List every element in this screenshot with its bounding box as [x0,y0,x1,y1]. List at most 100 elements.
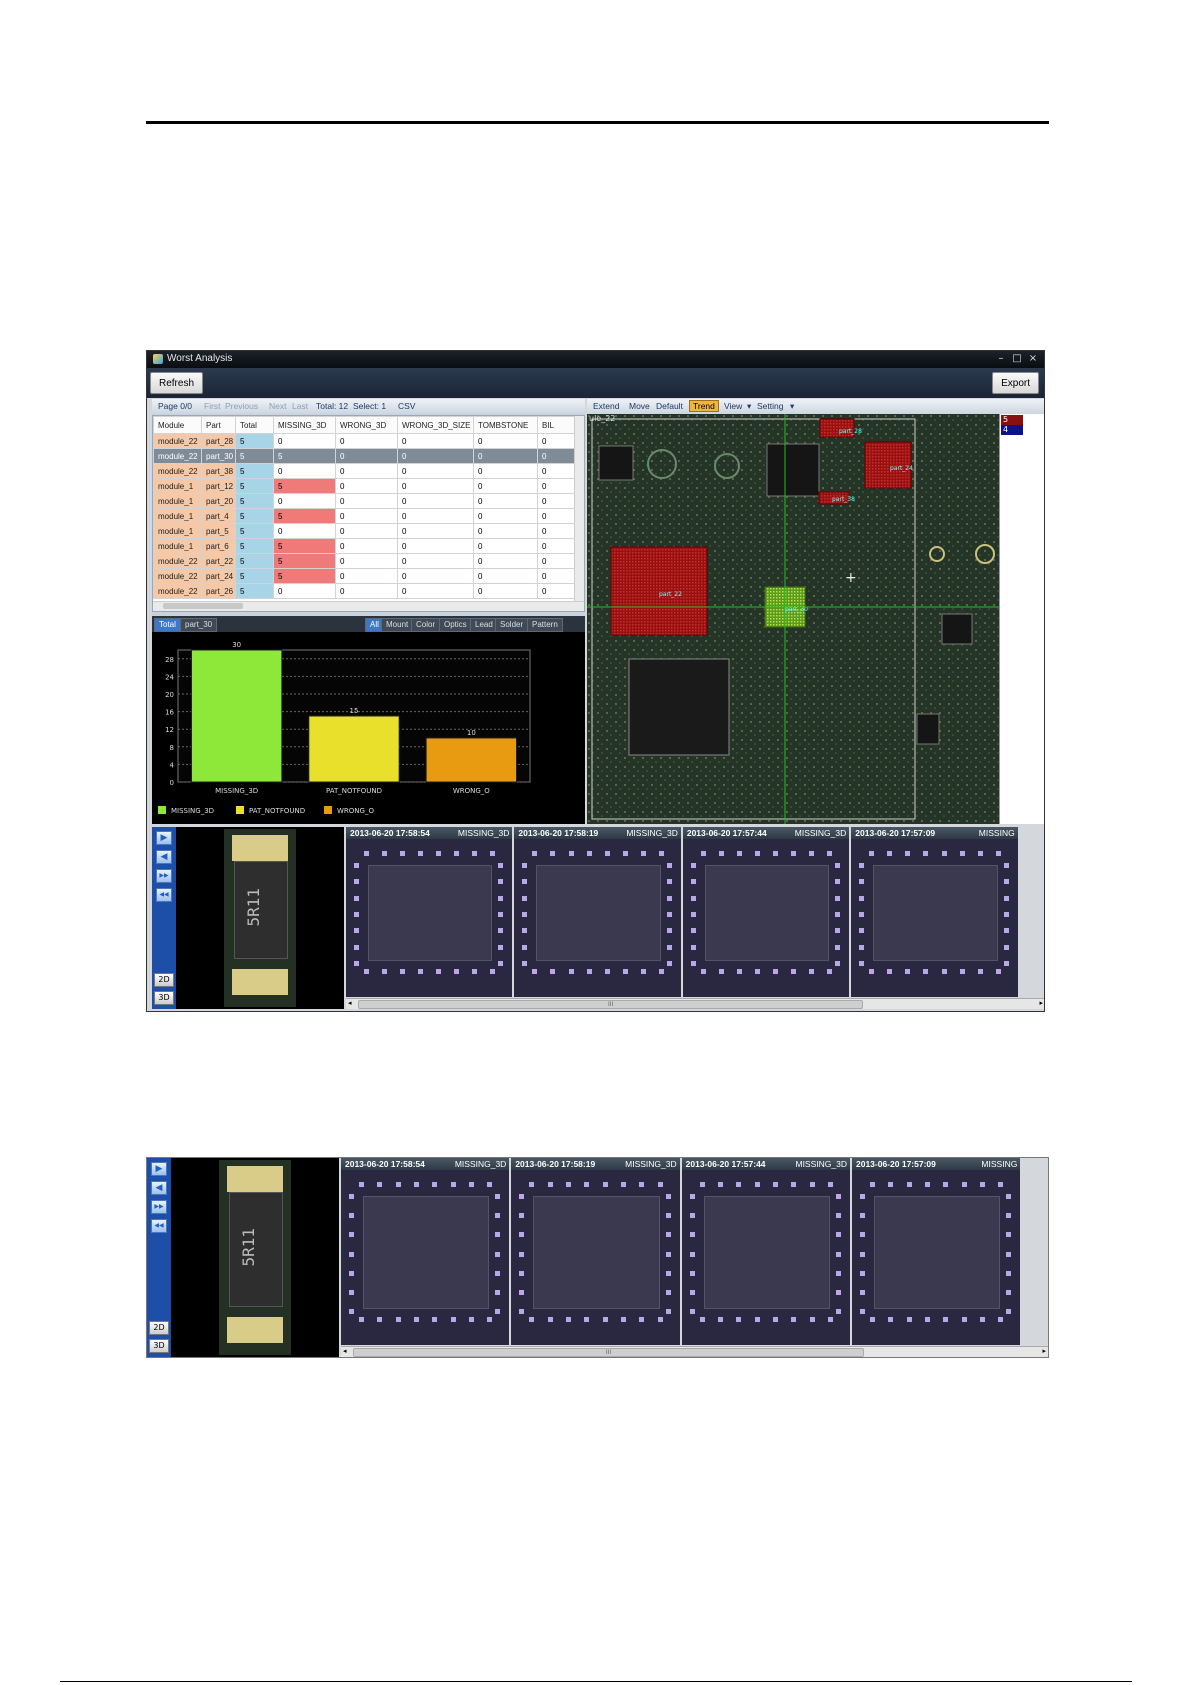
table-row[interactable]: module_1 part_12 5 5 0 0 0 0 [153,478,578,494]
inspection-thumbnail[interactable]: 2013-06-20 17:58:19 MISSING_3D [514,827,681,997]
thumbnail-timestamp: 2013-06-20 17:58:54 [345,1159,425,1169]
inspection-thumbnail[interactable]: 2013-06-20 17:57:44 MISSING_3D [681,1158,850,1345]
view-2d-button[interactable]: 2D [149,1321,169,1335]
scroll-right-icon[interactable]: ▸ [1039,999,1043,1007]
inspection-thumbnail[interactable]: 2013-06-20 17:57:44 MISSING_3D [682,827,850,997]
move-button[interactable]: Move [629,401,650,411]
x-tick-label: PAT_NOTFOUND [326,787,382,795]
filter-color[interactable]: Color [411,618,441,632]
fast-forward-icon[interactable]: ▶▶ [156,869,172,883]
table-row[interactable]: module_22 part_28 5 0 0 0 0 0 [153,433,578,449]
ic-chip [766,443,820,497]
thumbnail-scrollbar[interactable]: III ◂ ▸ [346,998,1044,1009]
view-menu[interactable]: View [724,401,742,411]
page-indicator: Page 0/0 [158,401,193,411]
pcb-board-map[interactable]: + part_28 part_24 part_38 part_22 part_3… [587,414,999,824]
part-closeup-image[interactable]: 5R11 [176,827,344,1009]
table-row[interactable]: module_1 part_20 5 0 0 0 0 0 [153,493,578,509]
table-row[interactable]: module_1 part_4 5 5 0 0 0 0 [153,508,578,524]
inspection-thumbnail[interactable]: 2013-06-20 17:58:19 MISSING_3D [511,1158,680,1345]
table-cell: 0 [335,433,398,449]
setting-dropdown-icon[interactable]: ▾ [790,401,794,412]
table-row[interactable]: module_1 part_6 5 5 0 0 0 0 [153,538,578,554]
scroll-thumb[interactable]: III [358,1000,864,1009]
column-header[interactable]: WRONG_3D_SIZE [397,416,474,434]
filter-solder[interactable]: Solder [495,618,529,632]
defect-chart-panel: 0 4 8 12 16 20 24 28 30 MISSING_3D 15 PAT_NOTFOUND 1… [152,632,585,824]
table-row[interactable]: module_22 part_26 5 0 0 0 0 0 [153,583,578,599]
extend-button[interactable]: Extend [593,401,619,411]
table-cell: 0 [473,433,538,449]
part-marking-text: 5R11 [244,888,263,927]
back-icon[interactable]: ◀ [151,1181,167,1195]
scroll-thumb[interactable]: III [353,1348,865,1357]
column-header[interactable]: TOMBSTONE [473,416,538,434]
back-icon[interactable]: ◀ [156,850,172,864]
grid-vertical-scrollbar[interactable] [574,416,584,611]
inspection-thumbnail[interactable]: 2013-06-20 17:57:09 MISSING [852,1158,1021,1345]
table-cell: part_20 [201,493,236,509]
last-page-link[interactable]: Last [292,401,308,411]
thumbnail-defect-type: MISSING_3D [457,828,510,838]
scroll-left-icon[interactable]: ◂ [343,1347,347,1355]
bar-value-label: 15 [350,707,359,715]
view-3d-button[interactable]: 3D [149,1339,169,1353]
worst-parts-grid[interactable]: Module Part Total MISSING_3D WRONG_3D WRONG_3… [152,415,585,612]
thumbnail-timestamp: 2013-06-20 17:57:09 [856,1159,936,1169]
first-page-link[interactable]: First [204,401,221,411]
minimize-icon[interactable]: – [994,352,1008,366]
title-bar: Worst Analysis – □ × [147,351,1044,368]
inspection-thumbnail[interactable]: 2013-06-20 17:58:54 MISSING_3D [346,827,513,997]
legend-item-5: 5 [1001,415,1023,425]
inspection-thumbnail[interactable]: 2013-06-20 17:58:54 MISSING_3D [341,1158,510,1345]
table-row[interactable]: module_22 part_24 5 5 0 0 0 0 [153,568,578,584]
filter-mount[interactable]: Mount [381,618,414,632]
scroll-left-icon[interactable]: ◂ [348,999,352,1007]
rewind-icon[interactable]: ◀◀ [151,1219,167,1233]
export-button[interactable]: Export [992,372,1039,394]
play-icon[interactable]: ▶ [156,831,172,845]
table-cell: 0 [273,463,336,479]
refresh-button[interactable]: Refresh [150,372,204,394]
view-3d-button[interactable]: 3D [154,991,174,1005]
table-row[interactable]: module_1 part_5 5 0 0 0 0 0 [153,523,578,539]
view-2d-button[interactable]: 2D [154,973,174,987]
thumbnail-scrollbar[interactable]: III ◂ ▸ [341,1346,1048,1357]
trend-button[interactable]: Trend [689,400,719,412]
play-icon[interactable]: ▶ [151,1162,167,1176]
csv-button[interactable]: CSV [398,401,415,411]
tab-part-30[interactable]: part_30 [180,618,218,632]
grid-horizontal-scrollbar[interactable] [153,601,584,611]
close-icon[interactable]: × [1026,352,1040,366]
fast-forward-icon[interactable]: ▶▶ [151,1200,167,1214]
column-header[interactable]: Part [201,416,236,434]
part-closeup-image[interactable]: 5R11 [171,1158,339,1357]
filter-pattern[interactable]: Pattern [527,618,563,632]
default-button[interactable]: Default [656,401,683,411]
filter-optics[interactable]: Optics [439,618,472,632]
table-cell: 5 [235,493,274,509]
table-cell: 5 [235,553,274,569]
table-row[interactable]: module_22 part_38 5 0 0 0 0 0 [153,463,578,479]
tab-total[interactable]: Total [154,618,181,632]
next-page-link[interactable]: Next [269,401,286,411]
table-cell: 5 [235,508,274,524]
inspection-thumbnail[interactable]: 2013-06-20 17:57:09 MISSING [851,827,1018,997]
column-header[interactable]: BIL [537,416,578,434]
maximize-icon[interactable]: □ [1010,352,1024,366]
view-dropdown-icon[interactable]: ▾ [747,401,751,412]
setting-menu[interactable]: Setting [757,401,783,411]
column-header[interactable]: Module [153,416,202,434]
filter-lead[interactable]: Lead [470,618,498,632]
table-cell: part_6 [201,538,236,554]
previous-page-link[interactable]: Previous [225,401,258,411]
column-header[interactable]: WRONG_3D [335,416,398,434]
rewind-icon[interactable]: ◀◀ [156,888,172,902]
table-cell: 0 [473,463,538,479]
map-label-part-22: part_22 [659,591,682,598]
column-header[interactable]: Total [235,416,274,434]
table-row[interactable]: module_22 part_30 5 5 0 0 0 0 [153,448,578,464]
table-row[interactable]: module_22 part_22 5 5 0 0 0 0 [153,553,578,569]
scroll-right-icon[interactable]: ▸ [1042,1347,1046,1355]
column-header[interactable]: MISSING_3D [273,416,336,434]
